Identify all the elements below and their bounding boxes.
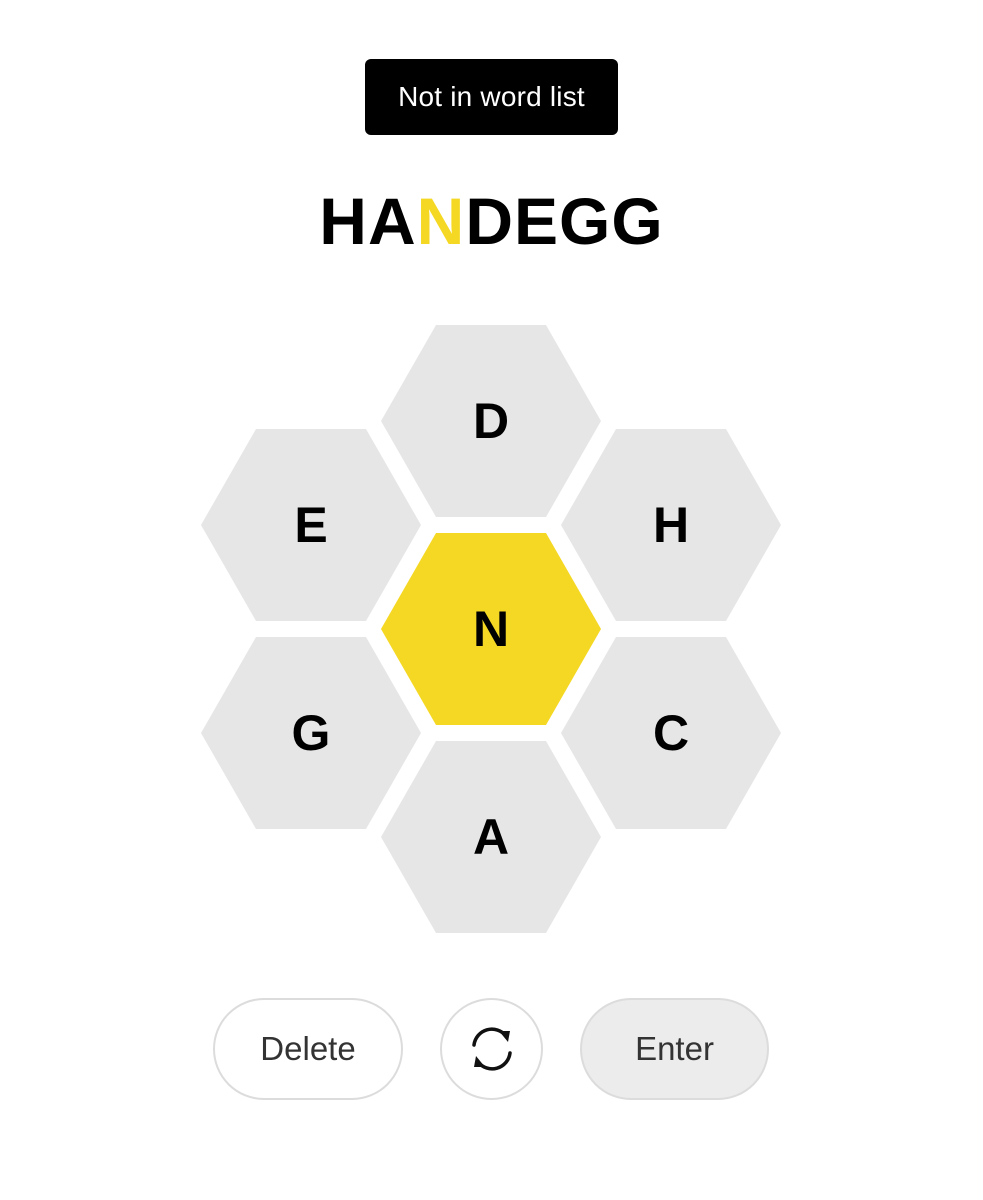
- hive-cell-top[interactable]: D: [381, 325, 601, 517]
- hive-letter-lower-right: C: [653, 705, 689, 761]
- hive-cell-lower-right[interactable]: C: [561, 637, 781, 829]
- hive-letter-top: D: [473, 393, 509, 449]
- hive-cell-center[interactable]: N: [381, 533, 601, 725]
- hive-cell-upper-right[interactable]: H: [561, 429, 781, 621]
- letter-hive: D E H N G C A: [0, 0, 983, 1000]
- hive-letter-bottom: A: [473, 809, 509, 865]
- shuffle-icon: [471, 1027, 512, 1071]
- hive-letter-upper-right: H: [653, 497, 689, 553]
- hive-cell-lower-left[interactable]: G: [201, 637, 421, 829]
- hive-letter-lower-left: G: [292, 705, 331, 761]
- hive-cell-upper-left[interactable]: E: [201, 429, 421, 621]
- enter-button[interactable]: Enter: [580, 998, 769, 1100]
- hive-letter-upper-left: E: [294, 497, 327, 553]
- hive-letter-center: N: [473, 601, 509, 657]
- enter-label: Enter: [635, 1030, 714, 1067]
- hive-svg: D E H N G C A: [201, 325, 781, 933]
- delete-button[interactable]: Delete: [213, 998, 403, 1100]
- shuffle-button[interactable]: [440, 998, 543, 1100]
- hive-cell-bottom[interactable]: A: [381, 741, 601, 933]
- delete-label: Delete: [260, 1030, 356, 1067]
